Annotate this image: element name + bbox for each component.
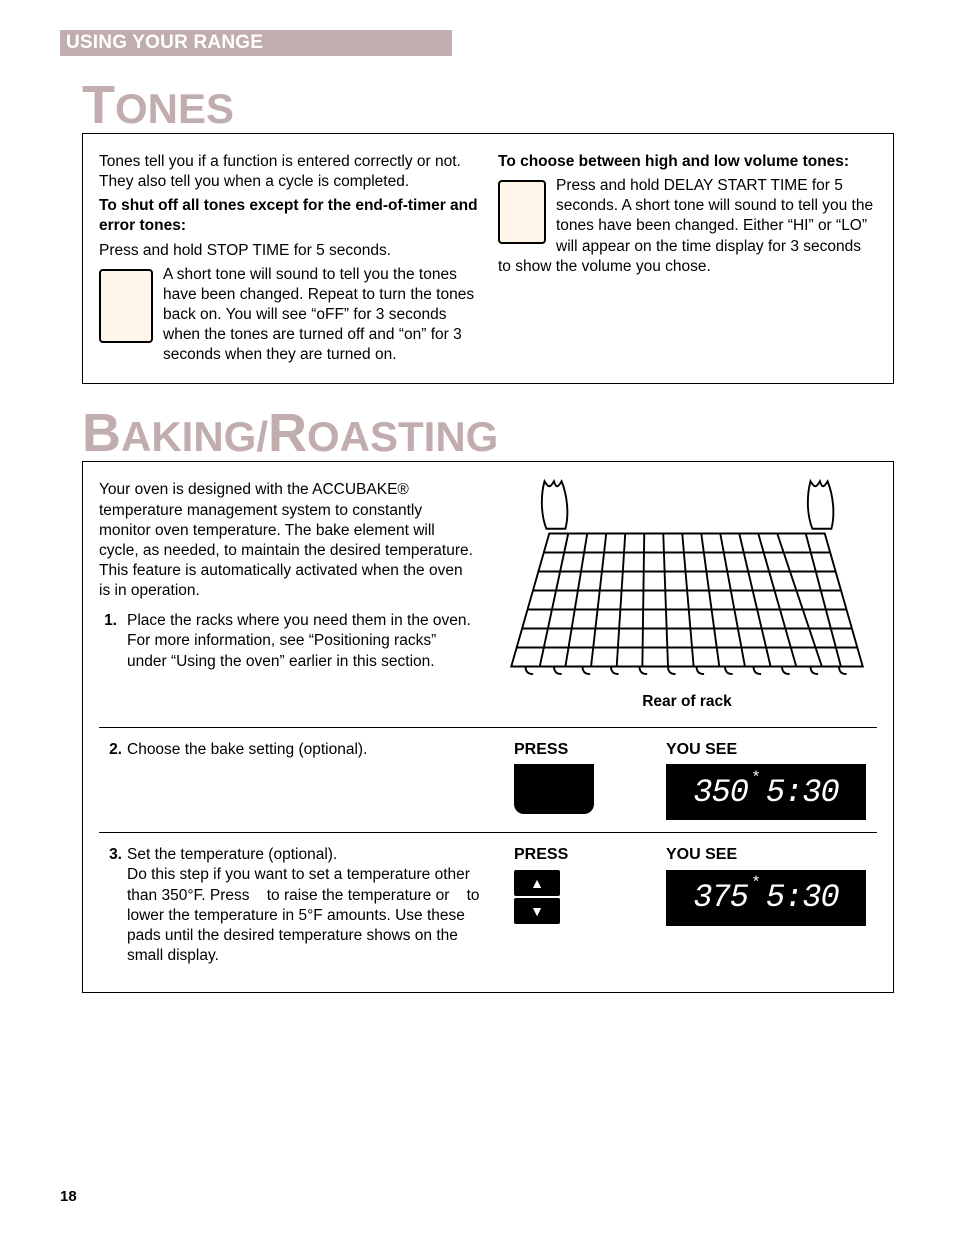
oven-display: 350 5:30 [666, 764, 866, 820]
tones-shutoff-heading: To shut off all tones except for the end… [99, 196, 478, 236]
display-time: 5:30 [766, 877, 839, 919]
step-3-row: 3. Set the temperature (optional). Do th… [99, 833, 877, 978]
section-header: USING YOUR RANGE [60, 30, 452, 56]
bake-button-icon [514, 764, 594, 814]
steps-table: 2. Choose the bake setting (optional). P… [99, 727, 877, 979]
yousee-label: YOU SEE [666, 845, 876, 866]
heading-initial: R [268, 403, 307, 463]
heading-rest: OASTING [307, 413, 498, 460]
tones-right-column: To choose between high and low volume to… [498, 148, 877, 369]
heading-initial: B [82, 403, 121, 463]
baking-left-column: Your oven is designed with the ACCUBAKE®… [99, 476, 477, 712]
step-3-title: Set the temperature (optional). [127, 845, 495, 865]
heading-slash: / [256, 413, 268, 460]
tones-shutoff-action: Press and hold STOP TIME for 5 seconds. [99, 241, 478, 261]
tones-volume-body: Press and hold DELAY START TIME for 5 se… [498, 176, 877, 277]
step-3-body: Do this step if you want to set a temper… [127, 865, 495, 966]
step-number: 3. [99, 833, 126, 978]
tones-left-column: Tones tell you if a function is entered … [99, 148, 478, 369]
tones-box: Tones tell you if a function is entered … [82, 133, 894, 384]
tones-heading: TONES [82, 84, 894, 133]
step-2-row: 2. Choose the bake setting (optional). P… [99, 727, 877, 833]
heading-initial: T [82, 75, 115, 135]
temp-down-button-icon: ▼ [514, 898, 560, 924]
delay-start-button-icon [498, 180, 546, 244]
heading-rest: ONES [115, 85, 234, 132]
step-1-body: For more information, see “Positioning r… [127, 631, 477, 671]
baking-intro: Your oven is designed with the ACCUBAKE®… [99, 480, 477, 601]
step-2-title: Choose the bake setting (optional). [126, 727, 513, 833]
display-time: 5:30 [766, 772, 839, 814]
display-temp: 350 [693, 772, 748, 814]
press-label: PRESS [514, 740, 664, 761]
tones-shutoff-body: A short tone will sound to tell you the … [99, 265, 478, 366]
page-number: 18 [60, 1188, 77, 1205]
step-1-title: Place the racks where you need them in t… [127, 611, 477, 631]
step-number: 2. [99, 727, 126, 833]
step-number: 1. [99, 611, 117, 671]
rack-illustration-column: Rear of rack [497, 476, 877, 712]
rack-caption: Rear of rack [497, 692, 877, 712]
press-label: PRESS [514, 845, 664, 866]
heading-part: AKING [121, 413, 256, 460]
tones-volume-heading: To choose between high and low volume to… [498, 152, 877, 172]
yousee-label: YOU SEE [666, 740, 876, 761]
oven-rack-illustration [497, 476, 877, 686]
temp-up-button-icon: ▲ [514, 870, 560, 896]
step-1: 1. Place the racks where you need them i… [99, 611, 477, 671]
display-temp: 375 [693, 877, 748, 919]
baking-box: Your oven is designed with the ACCUBAKE®… [82, 461, 894, 993]
tones-intro: Tones tell you if a function is entered … [99, 152, 478, 192]
oven-display: 375 5:30 [666, 870, 866, 926]
stop-time-button-icon [99, 269, 153, 343]
baking-heading: BAKING/ROASTING [82, 412, 894, 461]
